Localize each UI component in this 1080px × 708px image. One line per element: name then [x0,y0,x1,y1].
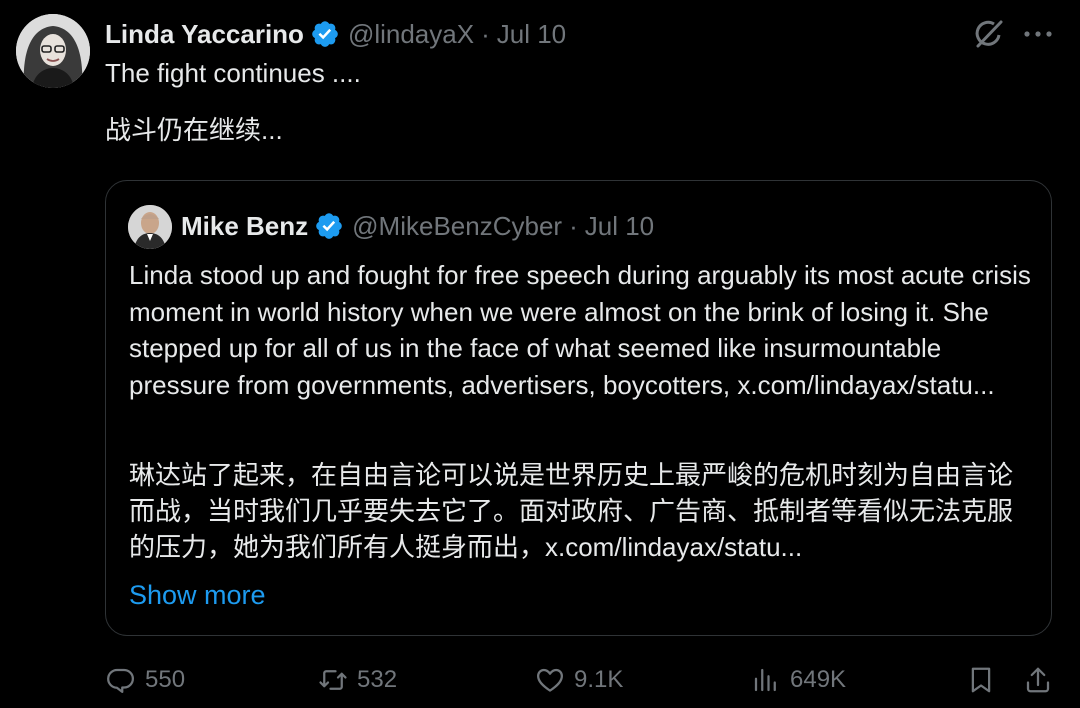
like-icon [537,668,563,692]
repost-button[interactable]: 532 [318,660,397,700]
tweet-header: Linda Yaccarino @lindayaX · Jul 10 [105,17,566,51]
verified-badge-icon [312,21,338,47]
grok-icon[interactable] [972,17,1006,51]
repost-icon [319,670,347,690]
quoted-tweet-text-en: Linda stood up and fought for free speec… [129,260,1031,400]
like-count: 9.1K [574,666,624,693]
verified-badge-icon [316,213,342,239]
more-icon[interactable] [1020,21,1056,47]
tweet-text-en: The fight continues .... [105,58,361,88]
views-icon [754,668,776,692]
quoted-author-handle[interactable]: @MikeBenzCyber [352,211,562,242]
quoted-tweet-date[interactable]: Jul 10 [585,211,654,242]
separator-dot: · [569,210,578,241]
tweet-text-zh: 战斗仍在继续... [105,115,283,145]
quoted-author-name[interactable]: Mike Benz [181,211,308,242]
reply-button[interactable]: 550 [106,660,185,700]
action-bar: 550 532 9.1K 649K [0,660,1080,704]
repost-count: 532 [357,666,398,693]
quoted-tweet[interactable]: Mike Benz @MikeBenzCyber · Jul 10 Linda … [105,180,1052,636]
reply-icon [107,668,134,693]
quoted-tweet-header: Mike Benz @MikeBenzCyber · Jul 10 [181,209,654,243]
bookmark-icon[interactable] [966,665,996,695]
show-more-link[interactable]: Show more [129,580,266,611]
author-handle[interactable]: @lindayaX [348,19,474,50]
views-button[interactable]: 649K [751,660,846,700]
like-button[interactable]: 9.1K [535,660,623,700]
quoted-author-avatar[interactable] [128,205,172,249]
views-count: 649K [790,666,847,693]
quoted-tweet-text-zh: 琳达站了起来，在自由言论可以说是世界历史上最严峻的危机时刻为自由言论而战，当时我… [129,460,1014,562]
reply-count: 550 [145,666,186,693]
share-icon[interactable] [1023,665,1053,695]
separator-dot: · [481,18,490,49]
author-avatar[interactable] [16,14,90,88]
author-name[interactable]: Linda Yaccarino [105,19,304,50]
tweet-date[interactable]: Jul 10 [497,19,566,50]
